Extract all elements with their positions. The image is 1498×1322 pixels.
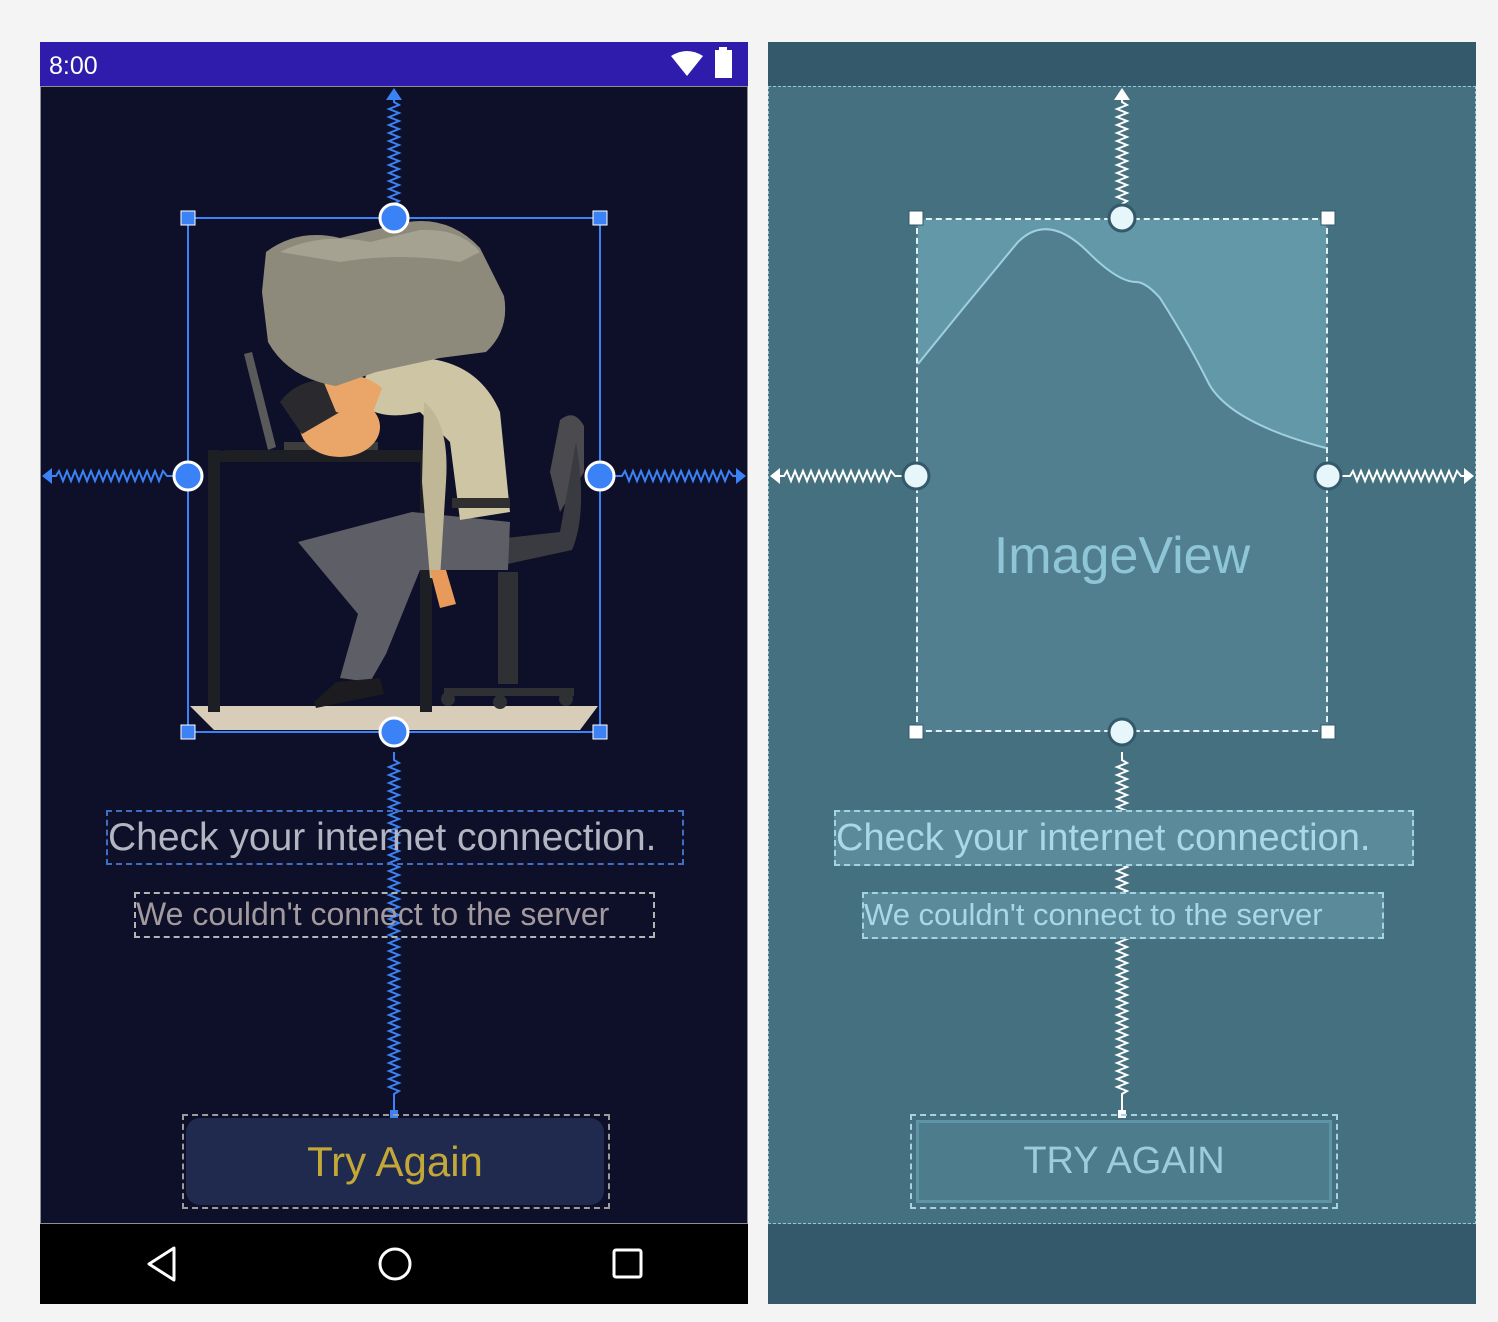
blueprint-subtitle-textview[interactable]: We couldn't connect to the server <box>862 892 1384 939</box>
recents-icon[interactable] <box>612 1248 644 1280</box>
navigation-bar <box>40 1224 748 1304</box>
right-constraint-handle[interactable] <box>584 460 616 492</box>
title-textview[interactable]: Check your internet connection. <box>106 810 684 865</box>
back-icon[interactable] <box>146 1246 176 1282</box>
title-text: Check your internet connection. <box>108 816 657 859</box>
blueprint-title-textview[interactable]: Check your internet connection. <box>834 810 1414 866</box>
subtitle-text: We couldn't connect to the server <box>136 896 610 932</box>
design-surface-panel: 8:00 Check your internet connection. We … <box>40 42 748 1304</box>
top-constraint-handle[interactable] <box>378 202 410 234</box>
left-constraint-handle[interactable] <box>172 460 204 492</box>
bp-right-constraint-handle[interactable] <box>1313 461 1343 491</box>
blueprint-subtitle-text: We couldn't connect to the server <box>864 897 1323 932</box>
blueprint-title-text: Check your internet connection. <box>836 817 1371 859</box>
bp-bottom-constraint-handle[interactable] <box>1107 717 1137 747</box>
bottom-constraint-handle[interactable] <box>378 716 410 748</box>
blueprint-panel: ImageView Check your internet connection… <box>768 42 1476 1304</box>
bp-top-constraint-handle[interactable] <box>1107 203 1137 233</box>
blueprint-try-again-button[interactable]: TRY AGAIN <box>916 1120 1332 1203</box>
home-icon[interactable] <box>377 1246 413 1282</box>
bp-left-constraint-handle[interactable] <box>901 461 931 491</box>
subtitle-textview[interactable]: We couldn't connect to the server <box>134 892 655 938</box>
try-again-button[interactable]: Try Again <box>186 1118 604 1205</box>
